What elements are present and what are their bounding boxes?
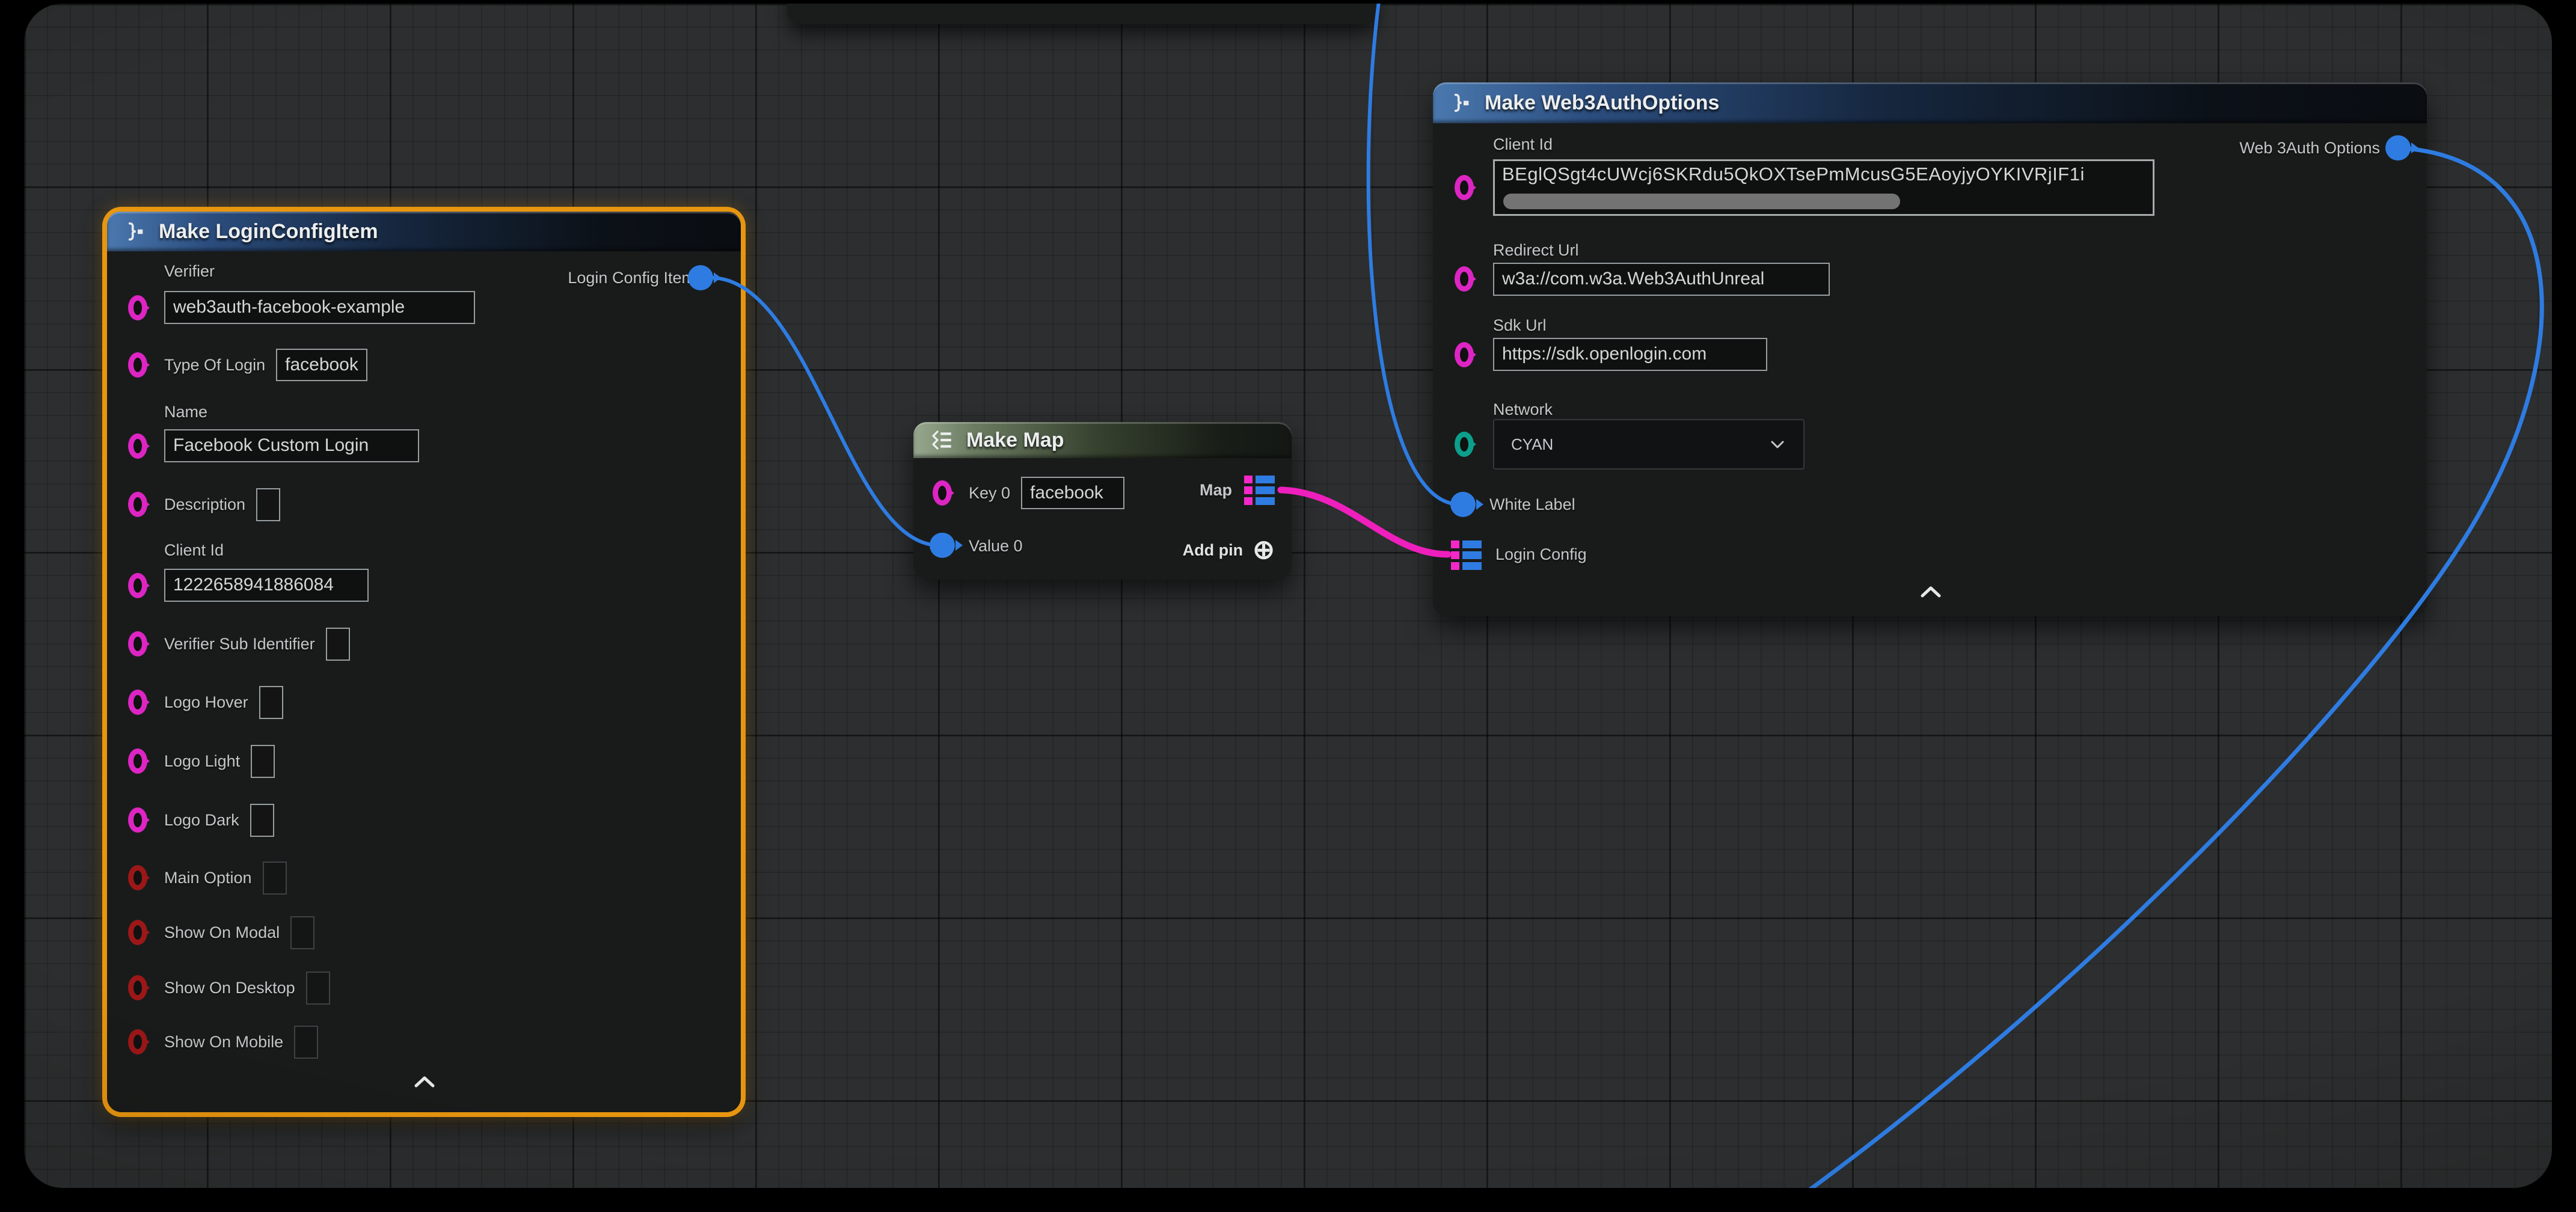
pin-verifier[interactable] (128, 295, 147, 320)
client-id-field[interactable]: BEglQSgt4cUWcj6SKRdu5QkOXTsePmMcusG5EAoy… (1493, 159, 2154, 216)
client-id-scrollbar[interactable] (1503, 194, 1900, 209)
logo-dark-field[interactable] (250, 804, 274, 837)
node-make-web3authoptions[interactable]: Make Web3AuthOptions Web 3Auth Options C… (1433, 82, 2427, 616)
pin-login-config-item-output[interactable] (688, 265, 713, 290)
type-of-login-field[interactable]: facebook (276, 349, 367, 382)
pin-show-on-mobile[interactable] (128, 1029, 147, 1054)
add-pin-button[interactable]: Add pin ⊕ (1183, 536, 1275, 565)
client-id-text: BEglQSgt4cUWcj6SKRdu5QkOXTsePmMcusG5EAoy… (1495, 161, 2153, 188)
node-make-loginconfigitem[interactable]: Make LoginConfigItem Login Config Item V… (107, 212, 741, 1112)
add-pin-plus-icon: ⊕ (1253, 537, 1275, 563)
white-label-label: White Label (1489, 495, 1575, 514)
pin-logo-hover[interactable] (128, 690, 147, 715)
make-map-icon (929, 427, 954, 453)
client-id-label: Client Id (1493, 135, 1553, 154)
description-label: Description (164, 495, 245, 514)
pin-logo-dark[interactable] (128, 807, 147, 833)
collapse-node-chevron-icon[interactable] (1918, 584, 1944, 599)
pin-redirect-url[interactable] (1455, 266, 1474, 292)
output-pin-label: Web 3Auth Options (2239, 139, 2380, 158)
verifier-label: Verifier (164, 262, 215, 281)
description-field[interactable] (256, 488, 280, 521)
pin-logo-light[interactable] (128, 748, 147, 774)
blueprint-graph-canvas[interactable]: Make LoginConfigItem Login Config Item V… (24, 4, 2552, 1188)
network-label: Network (1493, 400, 1553, 419)
logo-light-field[interactable] (251, 745, 275, 778)
node-header-make-web3authoptions[interactable]: Make Web3AuthOptions (1433, 82, 2427, 123)
show-on-desktop-checkbox[interactable] (306, 972, 330, 1005)
wire-loginconfigitem-to-value0[interactable] (712, 278, 938, 545)
client-id-label: Client Id (164, 541, 224, 560)
node-header-make-loginconfigitem[interactable]: Make LoginConfigItem (107, 212, 741, 251)
show-on-desktop-label: Show On Desktop (164, 979, 295, 997)
pin-network[interactable] (1455, 432, 1474, 457)
main-option-label: Main Option (164, 869, 252, 887)
pin-main-option[interactable] (128, 865, 147, 890)
logo-hover-label: Logo Hover (164, 693, 248, 712)
network-dropdown[interactable]: CYAN (1493, 419, 1805, 470)
pin-client-id[interactable] (128, 573, 147, 598)
logo-light-label: Logo Light (164, 752, 240, 771)
name-field[interactable]: Facebook Custom Login (164, 429, 419, 462)
show-on-modal-label: Show On Modal (164, 923, 280, 942)
node-make-map[interactable]: Make Map Key 0 facebook Map Value 0 Add … (913, 422, 1292, 580)
redirect-url-label: Redirect Url (1493, 241, 1579, 260)
value0-label: Value 0 (969, 537, 1023, 556)
network-dropdown-value: CYAN (1511, 435, 1553, 454)
main-option-checkbox[interactable] (263, 862, 287, 895)
pin-key0[interactable] (933, 480, 952, 506)
clipped-node-top[interactable] (787, 4, 1377, 24)
node-title: Make Web3AuthOptions (1485, 91, 1719, 115)
login-config-label: Login Config (1495, 545, 1587, 564)
sdk-url-field[interactable]: https://sdk.openlogin.com (1493, 338, 1767, 371)
logo-hover-field[interactable] (259, 686, 283, 719)
map-output-label: Map (1200, 481, 1232, 500)
collapse-node-chevron-icon[interactable] (411, 1074, 438, 1089)
node-title: Make Map (966, 429, 1064, 452)
node-header-make-map[interactable]: Make Map (913, 422, 1292, 458)
chevron-down-icon (1768, 438, 1786, 450)
node-title: Make LoginConfigItem (159, 220, 378, 243)
redirect-url-field[interactable]: w3a://com.w3a.Web3AuthUnreal (1493, 263, 1830, 296)
pin-sdk-url[interactable] (1455, 342, 1474, 367)
pin-client-id[interactable] (1455, 175, 1474, 200)
sdk-url-label: Sdk Url (1493, 316, 1547, 335)
key0-label: Key 0 (969, 484, 1010, 503)
client-id-field[interactable]: 1222658941886084 (164, 569, 369, 602)
verifier-field[interactable]: web3auth-facebook-example (164, 291, 475, 324)
show-on-mobile-checkbox[interactable] (294, 1026, 318, 1059)
show-on-modal-checkbox[interactable] (290, 916, 314, 949)
pin-show-on-desktop[interactable] (128, 975, 147, 1000)
pin-show-on-modal[interactable] (128, 920, 147, 945)
add-pin-label: Add pin (1183, 541, 1243, 560)
make-struct-icon (123, 219, 147, 243)
wire-map-to-loginconfig[interactable] (1281, 490, 1448, 554)
show-on-mobile-label: Show On Mobile (164, 1033, 283, 1051)
make-struct-icon (1449, 91, 1473, 115)
pin-name[interactable] (128, 433, 147, 459)
type-of-login-label: Type Of Login (164, 356, 265, 375)
verifier-sub-identifier-field[interactable] (326, 628, 350, 661)
pin-type-of-login[interactable] (128, 352, 147, 378)
output-pin-label: Login Config Item (568, 269, 695, 287)
logo-dark-label: Logo Dark (164, 811, 239, 830)
verifier-sub-identifier-label: Verifier Sub Identifier (164, 635, 315, 653)
pin-description[interactable] (128, 492, 147, 517)
pin-login-config[interactable] (1451, 540, 1482, 570)
name-label: Name (164, 403, 207, 421)
pin-map-output[interactable] (1244, 476, 1275, 505)
key0-field[interactable]: facebook (1021, 477, 1124, 510)
pin-verifier-sub-identifier[interactable] (128, 631, 147, 656)
